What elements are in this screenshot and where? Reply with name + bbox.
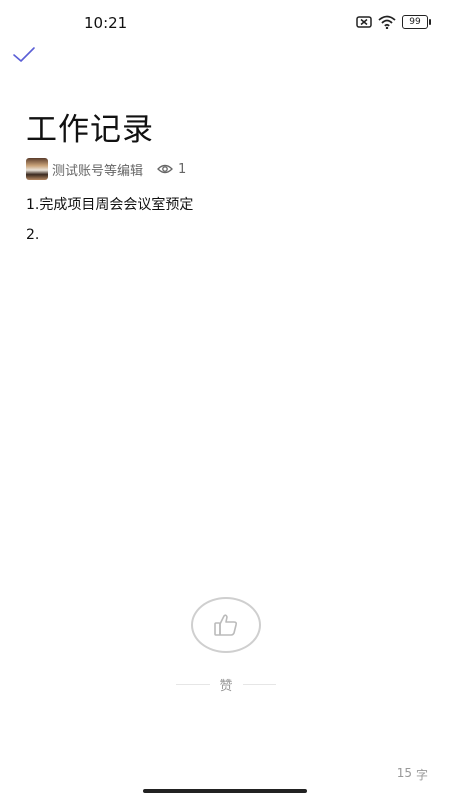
word-count: 15 字 (397, 766, 428, 783)
check-icon (13, 47, 35, 62)
editor-label: 测试账号等编辑 (52, 163, 144, 179)
word-count-value: 15 (396, 766, 412, 780)
like-label: 赞 (219, 678, 233, 694)
note-meta: 测试账号等编辑 1 (26, 158, 186, 180)
like-label-row: 赞 (176, 675, 277, 694)
view-count-value: 1 (178, 161, 187, 177)
avatar (26, 158, 48, 180)
thumbs-up-icon (214, 614, 238, 636)
home-indicator[interactable] (143, 789, 307, 793)
note-title[interactable]: 工作记录 (26, 104, 154, 149)
status-time: 10:21 (84, 14, 128, 32)
eye-icon (157, 164, 173, 174)
done-checkmark-button[interactable] (12, 44, 36, 64)
status-bar: 10:21 99 (0, 0, 450, 40)
note-body[interactable]: 1.完成项目周会会议室预定 2. (26, 190, 193, 250)
note-line[interactable]: 1.完成项目周会会议室预定 (26, 190, 193, 220)
status-icons: 99 (356, 14, 431, 30)
view-count: 1 (157, 162, 186, 177)
like-button[interactable] (191, 597, 261, 653)
wifi-icon (378, 15, 396, 29)
no-sim-icon (356, 16, 372, 28)
word-count-unit: 字 (415, 768, 428, 782)
divider (176, 683, 210, 685)
battery-icon: 99 (402, 15, 431, 29)
note-line[interactable]: 2. (26, 220, 193, 250)
divider (242, 683, 277, 685)
